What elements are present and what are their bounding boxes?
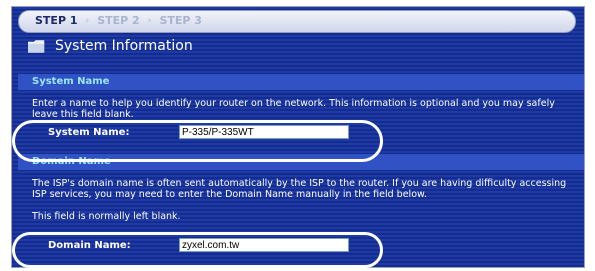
- step-3-label: STEP 3: [159, 14, 202, 27]
- step-separator-icon: ›: [85, 15, 90, 26]
- domain-name-section-header: Domain Name: [18, 154, 584, 170]
- step-1-label: STEP 1: [35, 14, 78, 27]
- system-name-label: System Name:: [48, 127, 130, 138]
- page-title-row: System Information: [28, 38, 193, 54]
- page-title: System Information: [55, 38, 193, 54]
- step-2-label: STEP 2: [97, 14, 140, 27]
- domain-name-description: The ISP's domain name is often sent auto…: [32, 178, 567, 200]
- wizard-frame: STEP 1 › STEP 2 › STEP 3 System Informat…: [11, 6, 585, 268]
- domain-name-input[interactable]: zyxel.com.tw: [179, 238, 349, 252]
- system-name-description: Enter a name to help you identify your r…: [32, 98, 555, 120]
- system-name-input[interactable]: P-335/P-335WT: [179, 125, 349, 139]
- step-progress-bar: STEP 1 › STEP 2 › STEP 3: [18, 10, 576, 33]
- folder-icon: [28, 39, 45, 53]
- system-name-section-header: System Name: [18, 74, 584, 90]
- step-separator-icon: ›: [147, 15, 152, 26]
- step-list: STEP 1 › STEP 2 › STEP 3: [35, 14, 202, 27]
- domain-name-note: This field is normally left blank.: [32, 211, 181, 222]
- domain-name-label: Domain Name:: [48, 240, 131, 251]
